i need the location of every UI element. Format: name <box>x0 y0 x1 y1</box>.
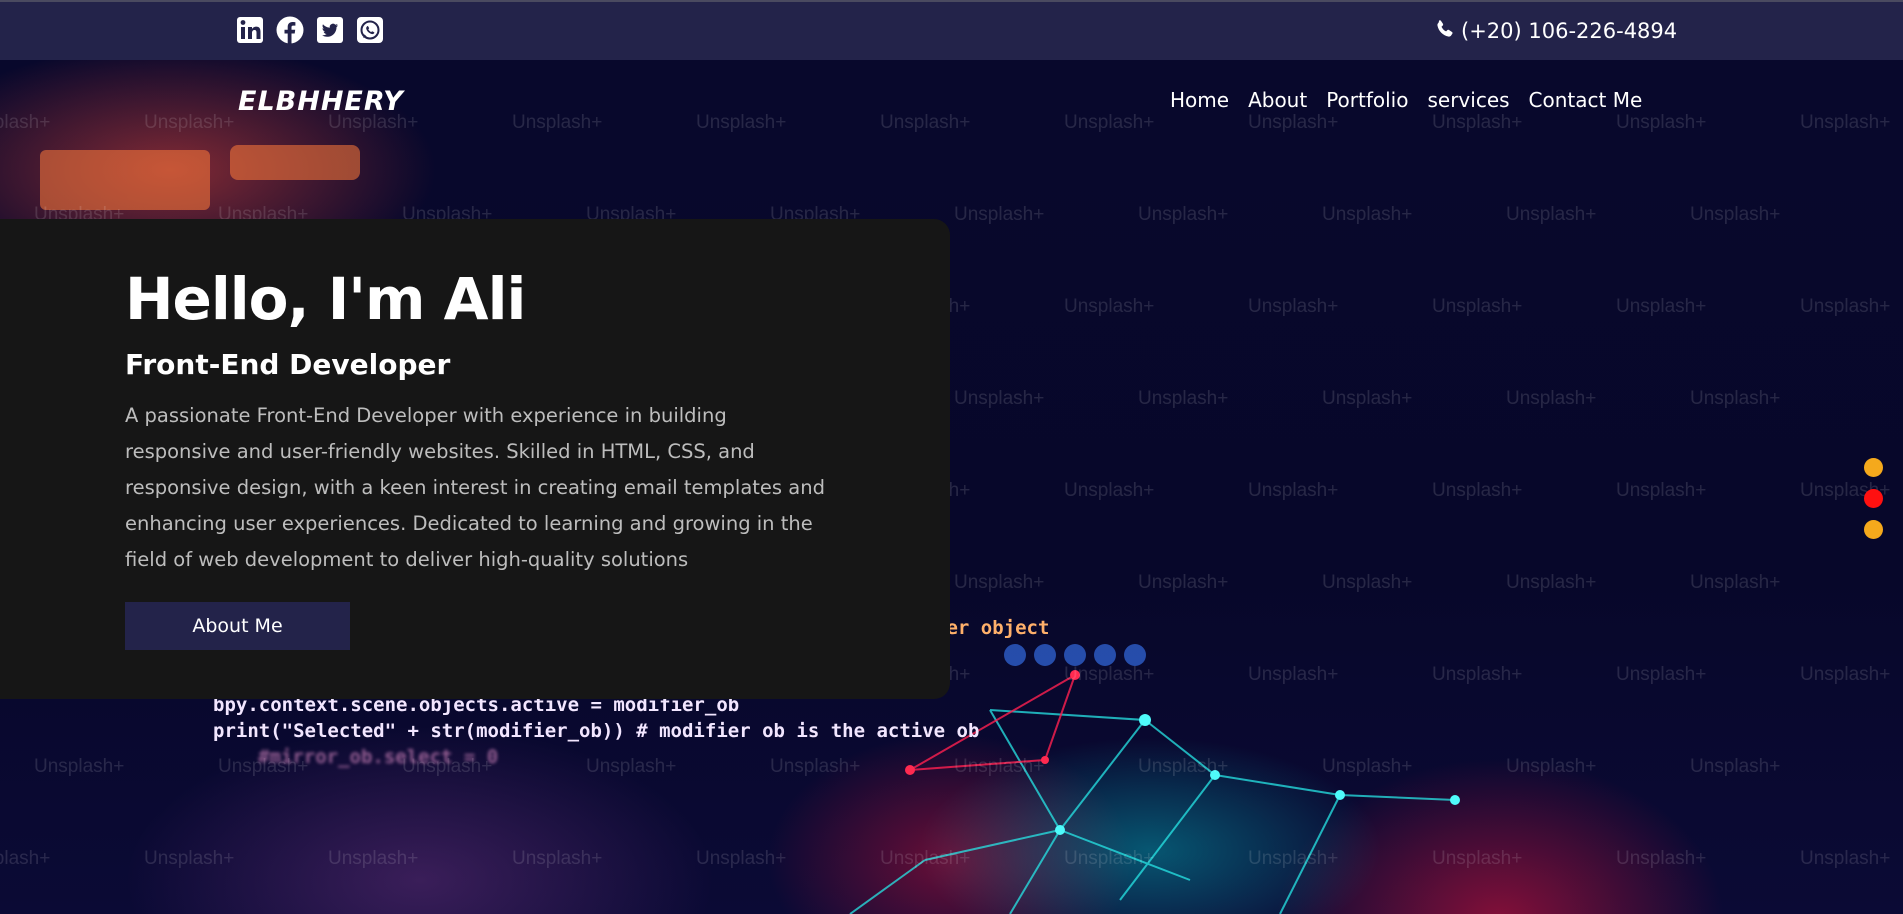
slider-dot[interactable] <box>1864 458 1883 477</box>
linkedin-icon[interactable] <box>236 16 264 44</box>
top-bar: (+20) 106-226-4894 <box>0 0 1903 60</box>
nav-about[interactable]: About <box>1248 88 1307 112</box>
whatsapp-icon[interactable] <box>356 16 384 44</box>
code-line: ier object <box>935 617 1050 639</box>
about-me-button[interactable]: About Me <box>125 602 350 650</box>
hero-title: Hello, I'm Ali <box>125 265 526 333</box>
nav-contact[interactable]: Contact Me <box>1529 88 1643 112</box>
phone-contact[interactable]: (+20) 106-226-4894 <box>1435 16 1677 46</box>
twitter-icon[interactable] <box>316 16 344 44</box>
hero-subtitle: Front-End Developer <box>125 348 451 381</box>
nav-portfolio[interactable]: Portfolio <box>1326 88 1408 112</box>
social-links <box>236 16 384 44</box>
slider-dot[interactable] <box>1864 520 1883 539</box>
slider-dots <box>1864 458 1883 539</box>
code-line: #mirror_ob.select = 0 <box>258 746 499 768</box>
hero-description: A passionate Front-End Developer with ex… <box>125 404 825 571</box>
code-line: print("Selected" + str(modifier_ob)) # m… <box>213 720 980 742</box>
site-logo[interactable]: ELBHHERY <box>238 86 404 117</box>
phone-icon <box>1435 19 1455 44</box>
nav-services[interactable]: services <box>1427 88 1509 112</box>
main-nav: Home About Portfolio services Contact Me <box>1170 88 1642 112</box>
nav-home[interactable]: Home <box>1170 88 1229 112</box>
page: Unsplash+Unsplash+Unsplash+Unsplash+Unsp… <box>0 0 1903 914</box>
phone-number: (+20) 106-226-4894 <box>1461 19 1678 43</box>
facebook-icon[interactable] <box>276 16 304 44</box>
slider-dot-active[interactable] <box>1864 489 1883 508</box>
